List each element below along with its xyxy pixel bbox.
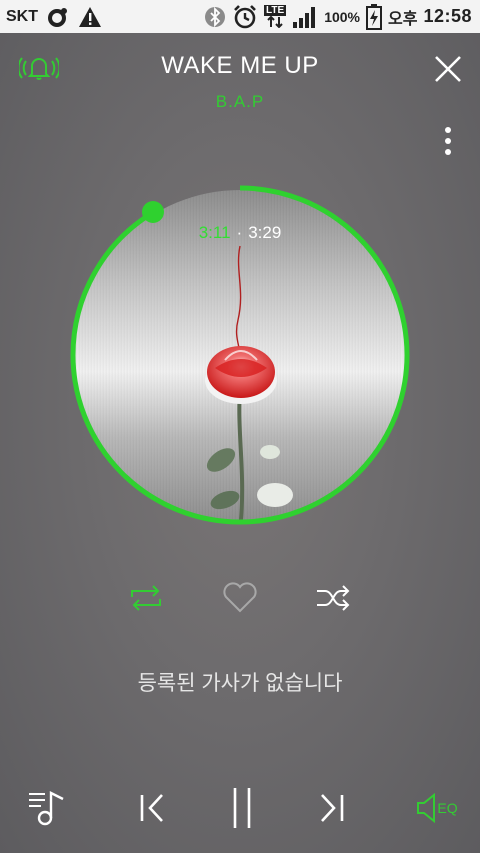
- repeat-button[interactable]: [126, 582, 166, 614]
- song-title: WAKE ME UP: [161, 52, 319, 79]
- lte-label: LTE: [264, 5, 287, 16]
- alarm-icon: [232, 4, 258, 30]
- album-disc[interactable]: 3:11 · 3:29: [60, 175, 420, 535]
- eq-label: EQ: [437, 800, 458, 816]
- ampm-label: 오후: [388, 10, 418, 28]
- progress-ring[interactable]: [60, 175, 420, 535]
- signal-strength-icon: [292, 5, 318, 29]
- lte-signal-icon: LTE: [264, 5, 287, 28]
- next-button[interactable]: [314, 790, 350, 826]
- playlist-icon: [29, 791, 64, 826]
- speaker-icon: [417, 792, 436, 824]
- previous-button[interactable]: [134, 790, 170, 826]
- more-vertical-icon: [445, 127, 451, 155]
- heart-icon: [223, 582, 257, 613]
- shuffle-button[interactable]: [313, 582, 353, 614]
- repeat-icon: [131, 585, 161, 611]
- battery-charging-icon: [366, 3, 382, 30]
- bluetooth-icon: [204, 5, 226, 29]
- like-button[interactable]: [220, 580, 260, 616]
- previous-icon: [140, 794, 163, 822]
- next-icon: [321, 794, 344, 822]
- lyrics-message: 등록된 가사가 없습니다: [137, 672, 343, 695]
- close-button[interactable]: [430, 52, 466, 86]
- shuffle-icon: [317, 585, 350, 611]
- more-options-button[interactable]: [436, 124, 460, 158]
- pause-icon: [233, 788, 251, 828]
- music-app-icon: [47, 6, 69, 28]
- playlist-button[interactable]: [26, 786, 68, 828]
- artist-name[interactable]: B.A.P: [0, 92, 480, 112]
- battery-percent: 100%: [324, 8, 360, 25]
- status-bar: SKT LTE 100% 오후 12:58: [0, 0, 480, 33]
- warning-icon: [78, 6, 102, 28]
- close-icon: [435, 56, 461, 82]
- progress-arc: [70, 185, 410, 525]
- clock-time: 12:58: [423, 6, 472, 26]
- pause-button[interactable]: [222, 784, 262, 832]
- carrier-label: SKT: [6, 7, 38, 25]
- equalizer-button[interactable]: EQ: [414, 790, 460, 826]
